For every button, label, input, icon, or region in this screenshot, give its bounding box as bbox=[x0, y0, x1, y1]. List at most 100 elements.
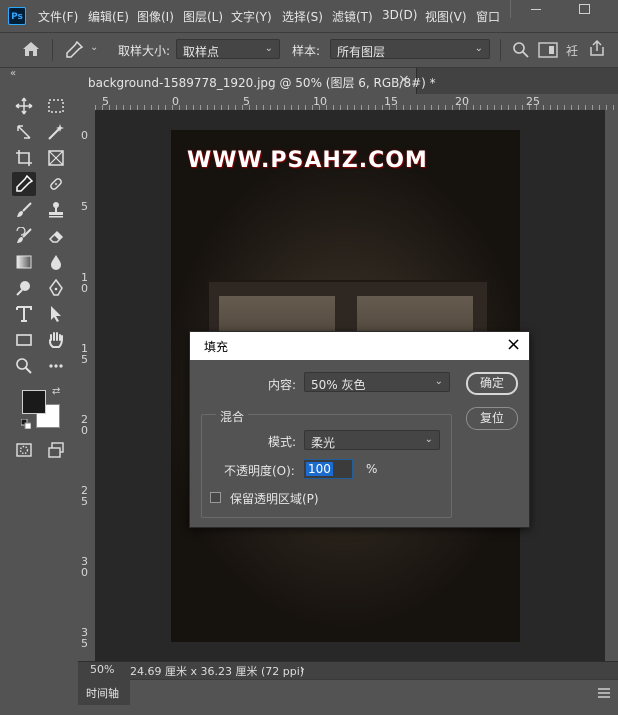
ruler-label: 0 bbox=[81, 129, 88, 142]
menu-layer[interactable]: 图层(L) bbox=[183, 8, 223, 25]
ruler-label: 0 bbox=[172, 95, 179, 108]
brush-tool-icon[interactable] bbox=[12, 198, 36, 222]
lasso-tool-icon[interactable] bbox=[12, 120, 36, 144]
default-colors-icon[interactable] bbox=[20, 418, 32, 432]
quick-mask-icon[interactable] bbox=[12, 438, 36, 462]
menu-image[interactable]: 图像(I) bbox=[137, 8, 174, 25]
timeline-panel bbox=[78, 679, 618, 715]
contents-dropdown[interactable]: 50% 灰色 ⌄ bbox=[304, 372, 450, 392]
crop-tool-icon[interactable] bbox=[12, 146, 36, 170]
dodge-tool-icon[interactable] bbox=[12, 276, 36, 300]
ruler-label: 15 bbox=[384, 95, 398, 108]
menu-select[interactable]: 选择(S) bbox=[282, 8, 323, 25]
menu-type[interactable]: 文字(Y) bbox=[231, 8, 272, 25]
foreground-color-swatch[interactable] bbox=[22, 390, 46, 414]
mode-label: 模式: bbox=[268, 435, 297, 449]
clone-stamp-tool-icon[interactable] bbox=[44, 198, 68, 222]
dialog-title-bar: 填充 × bbox=[190, 332, 529, 360]
blur-tool-icon[interactable] bbox=[44, 250, 68, 274]
tool-preset-chevron-icon[interactable]: ⌄ bbox=[90, 42, 98, 53]
menu-filter[interactable]: 滤镜(T) bbox=[332, 8, 373, 25]
fill-dialog: 填充 × 内容: 50% 灰色 ⌄ 确定 复位 混合 模式: 柔光 ⌄ 不透明度… bbox=[189, 331, 530, 528]
menu-edit[interactable]: 编辑(E) bbox=[88, 8, 129, 25]
workspace-icon[interactable] bbox=[538, 42, 558, 61]
menu-file[interactable]: 文件(F) bbox=[38, 8, 78, 25]
screen-mode-icon[interactable] bbox=[44, 438, 68, 462]
mode-dropdown[interactable]: 柔光 ⌄ bbox=[304, 430, 440, 450]
chevron-down-icon: ⌄ bbox=[424, 434, 433, 445]
hand-tool-icon[interactable] bbox=[44, 328, 68, 352]
zoom-level[interactable]: 50% bbox=[90, 663, 114, 676]
opacity-input[interactable]: 100 bbox=[303, 459, 353, 479]
options-bar: ⌄ 取样大小: 取样点 ⌄ 样本: 所有图层 ⌄ 衽 bbox=[0, 33, 618, 68]
home-icon[interactable] bbox=[22, 41, 40, 60]
panel-menu-icon[interactable] bbox=[598, 687, 610, 701]
sample-value: 所有图层 bbox=[337, 45, 386, 59]
gradient-tool-icon[interactable] bbox=[12, 250, 36, 274]
right-panel-strip bbox=[605, 110, 618, 662]
zoom-tool-icon[interactable] bbox=[12, 354, 36, 378]
photoshop-logo: Ps bbox=[8, 7, 26, 25]
ruler-label: 5 bbox=[81, 200, 88, 213]
swap-colors-icon[interactable]: ⇄ bbox=[52, 386, 60, 397]
ruler-label: 3 0 bbox=[81, 555, 88, 579]
type-tool-icon[interactable] bbox=[12, 302, 36, 326]
close-tab-icon[interactable]: × bbox=[398, 72, 410, 88]
sample-size-value: 取样点 bbox=[183, 45, 220, 59]
rectangle-tool-icon[interactable] bbox=[12, 328, 36, 352]
healing-brush-tool-icon[interactable] bbox=[44, 172, 68, 196]
chevron-down-icon: ⌄ bbox=[474, 43, 483, 54]
opacity-label: 不透明度(O): bbox=[224, 464, 295, 478]
search-icon[interactable] bbox=[512, 41, 530, 62]
sample-size-label: 取样大小: bbox=[118, 44, 171, 58]
image-watermark-text: WWW.PSAHZ.COM bbox=[187, 148, 428, 173]
history-brush-tool-icon[interactable] bbox=[12, 224, 36, 248]
magic-wand-tool-icon[interactable] bbox=[44, 120, 68, 144]
close-icon[interactable]: × bbox=[506, 333, 521, 357]
chevron-down-icon: ⌄ bbox=[264, 43, 273, 54]
move-tool-icon[interactable] bbox=[12, 94, 36, 118]
menu-bar: Ps 文件(F) 编辑(E) 图像(I) 图层(L) 文字(Y) 选择(S) 滤… bbox=[0, 0, 618, 33]
pen-tool-icon[interactable] bbox=[44, 276, 68, 300]
ruler-label: 1 5 bbox=[81, 342, 88, 366]
eraser-tool-icon[interactable] bbox=[44, 224, 68, 248]
dialog-title: 填充 bbox=[204, 340, 229, 354]
menu-3d[interactable]: 3D(D) bbox=[382, 8, 417, 22]
eyedropper-options-icon[interactable] bbox=[64, 40, 84, 63]
ruler-label: 25 bbox=[526, 95, 540, 108]
marquee-tool-icon[interactable] bbox=[44, 94, 68, 118]
preserve-transparency-checkbox[interactable] bbox=[210, 492, 221, 503]
path-selection-tool-icon[interactable] bbox=[44, 302, 68, 326]
ruler-label: 2 5 bbox=[81, 484, 88, 508]
timeline-tab[interactable]: 时间轴 bbox=[78, 679, 130, 705]
share-icon[interactable] bbox=[588, 39, 606, 60]
opacity-unit: % bbox=[366, 462, 378, 476]
eyedropper-tool-icon[interactable] bbox=[12, 172, 36, 196]
vertical-ruler: 0 5 1 0 1 5 2 0 2 5 3 0 3 5 bbox=[78, 110, 96, 662]
reset-button[interactable]: 复位 bbox=[466, 407, 518, 430]
document-dimensions: 24.69 厘米 x 36.23 厘米 (72 ppi) bbox=[130, 665, 305, 678]
ruler-label: 1 0 bbox=[81, 271, 88, 295]
tool-panel: ⇄ bbox=[8, 78, 72, 466]
frame-tool-icon[interactable] bbox=[44, 146, 68, 170]
mode-value: 柔光 bbox=[311, 436, 336, 450]
timeline-tab-label: 时间轴 bbox=[86, 687, 119, 700]
partial-label: 衽 bbox=[566, 44, 579, 58]
more-tools-icon[interactable] bbox=[44, 354, 68, 378]
sample-dropdown[interactable]: 所有图层 ⌄ bbox=[330, 39, 490, 59]
minimize-button[interactable] bbox=[510, 0, 561, 18]
document-tab-title: background-1589778_1920.jpg @ 50% (图层 6,… bbox=[88, 76, 436, 90]
blending-label: 混合 bbox=[216, 408, 249, 425]
ruler-label: 2 0 bbox=[81, 413, 88, 437]
menu-view[interactable]: 视图(V) bbox=[425, 8, 467, 25]
ok-button[interactable]: 确定 bbox=[466, 372, 518, 395]
document-tab[interactable]: background-1589778_1920.jpg @ 50% (图层 6,… bbox=[78, 68, 436, 94]
ruler-label: 10 bbox=[313, 95, 327, 108]
sample-size-dropdown[interactable]: 取样点 ⌄ bbox=[176, 39, 280, 59]
maximize-button[interactable] bbox=[560, 0, 610, 18]
ruler-corner bbox=[78, 94, 96, 111]
menu-window[interactable]: 窗口 bbox=[476, 8, 500, 25]
opacity-value: 100 bbox=[306, 462, 333, 476]
status-menu-arrow-icon[interactable]: › bbox=[300, 662, 305, 676]
ruler-label: 20 bbox=[455, 95, 469, 108]
